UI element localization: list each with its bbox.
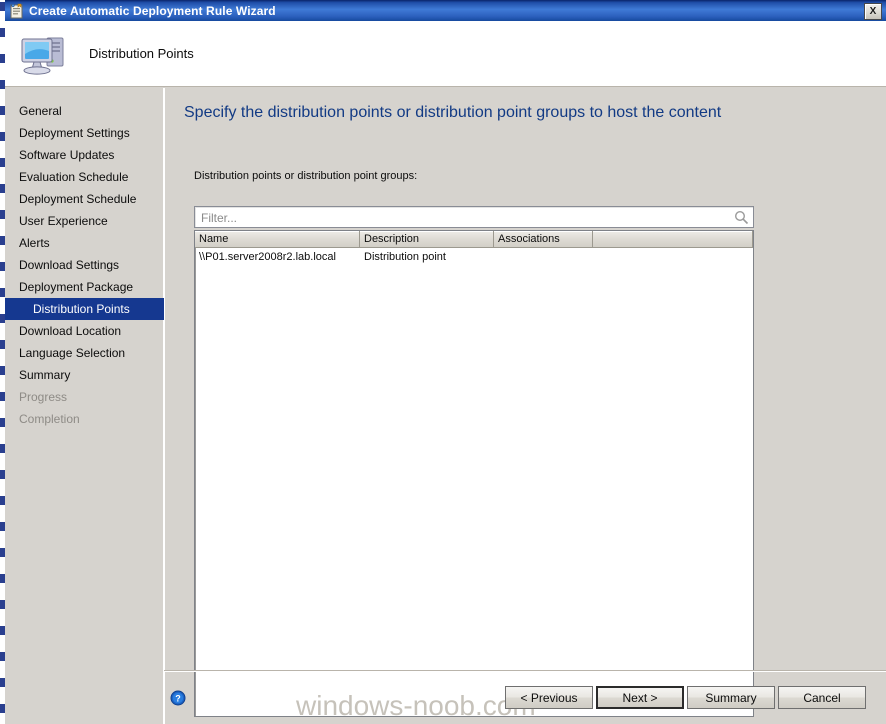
sidebar-item-alerts[interactable]: Alerts (5, 232, 164, 254)
sidebar-item-language-selection[interactable]: Language Selection (5, 342, 164, 364)
wizard-step-sidebar: General Deployment Settings Software Updat… (5, 88, 164, 724)
window-title: Create Automatic Deployment Rule Wizard (29, 3, 276, 18)
help-question-icon[interactable]: ? (170, 690, 186, 706)
distribution-points-list[interactable]: Name Description Associations \\P01.server… (194, 230, 754, 717)
page-title: Specify the distribution points or distr… (184, 104, 722, 121)
table-row[interactable]: \\P01.server2008r2.lab.local Distribution… (195, 248, 753, 266)
sidebar-item-deployment-package[interactable]: Deployment Package (5, 276, 164, 298)
search-icon[interactable] (734, 210, 749, 225)
previous-button[interactable]: < Previous (505, 686, 593, 709)
cell-associations (494, 248, 593, 266)
sidebar-item-software-updates[interactable]: Software Updates (5, 144, 164, 166)
filter-box[interactable] (194, 206, 754, 229)
column-header-description[interactable]: Description (360, 231, 494, 247)
search-input[interactable] (199, 207, 723, 229)
close-icon[interactable]: X (864, 3, 882, 20)
svg-text:?: ? (175, 694, 181, 704)
sidebar-item-download-location[interactable]: Download Location (5, 320, 164, 342)
sidebar-item-user-experience[interactable]: User Experience (5, 210, 164, 232)
column-header-blank[interactable] (593, 231, 753, 247)
column-header-name[interactable]: Name (195, 231, 360, 247)
cell-extra (593, 248, 753, 266)
distribution-points-label: Distribution points or distribution poin… (194, 170, 418, 182)
sidebar-item-deployment-schedule[interactable]: Deployment Schedule (5, 188, 164, 210)
next-button[interactable]: Next > (596, 686, 684, 709)
sidebar-item-deployment-settings[interactable]: Deployment Settings (5, 122, 164, 144)
sidebar-item-general[interactable]: General (5, 100, 164, 122)
header-title: Distribution Points (89, 46, 194, 61)
cancel-button[interactable]: Cancel (778, 686, 866, 709)
column-header-associations[interactable]: Associations (494, 231, 593, 247)
sidebar-item-distribution-points[interactable]: Distribution Points (5, 298, 164, 320)
cell-name: \\P01.server2008r2.lab.local (199, 251, 336, 263)
sidebar-item-completion: Completion (19, 412, 80, 426)
wizard-window: Create Automatic Deployment Rule Wizard … (0, 0, 886, 724)
footer-divider (164, 670, 886, 672)
title-bar: Create Automatic Deployment Rule Wizard … (5, 0, 886, 21)
sidebar-item-evaluation-schedule[interactable]: Evaluation Schedule (5, 166, 164, 188)
wizard-scroll-icon (9, 3, 25, 19)
sidebar-item-progress: Progress (19, 390, 68, 404)
sidebar-item-download-settings[interactable]: Download Settings (5, 254, 164, 276)
table-body: \\P01.server2008r2.lab.local Distribution… (195, 248, 753, 266)
background-window-edge (0, 0, 5, 724)
step-list: General Deployment Settings Software Updat… (5, 100, 164, 430)
main-panel: Specify the distribution points or distr… (164, 88, 886, 724)
wizard-header: Distribution Points (5, 21, 886, 87)
summary-button[interactable]: Summary (687, 686, 775, 709)
table-header-row: Name Description Associations (195, 231, 753, 248)
computer-monitor-icon (17, 30, 73, 78)
cell-description: Distribution point (364, 251, 446, 263)
sidebar-item-summary[interactable]: Summary (5, 364, 164, 386)
